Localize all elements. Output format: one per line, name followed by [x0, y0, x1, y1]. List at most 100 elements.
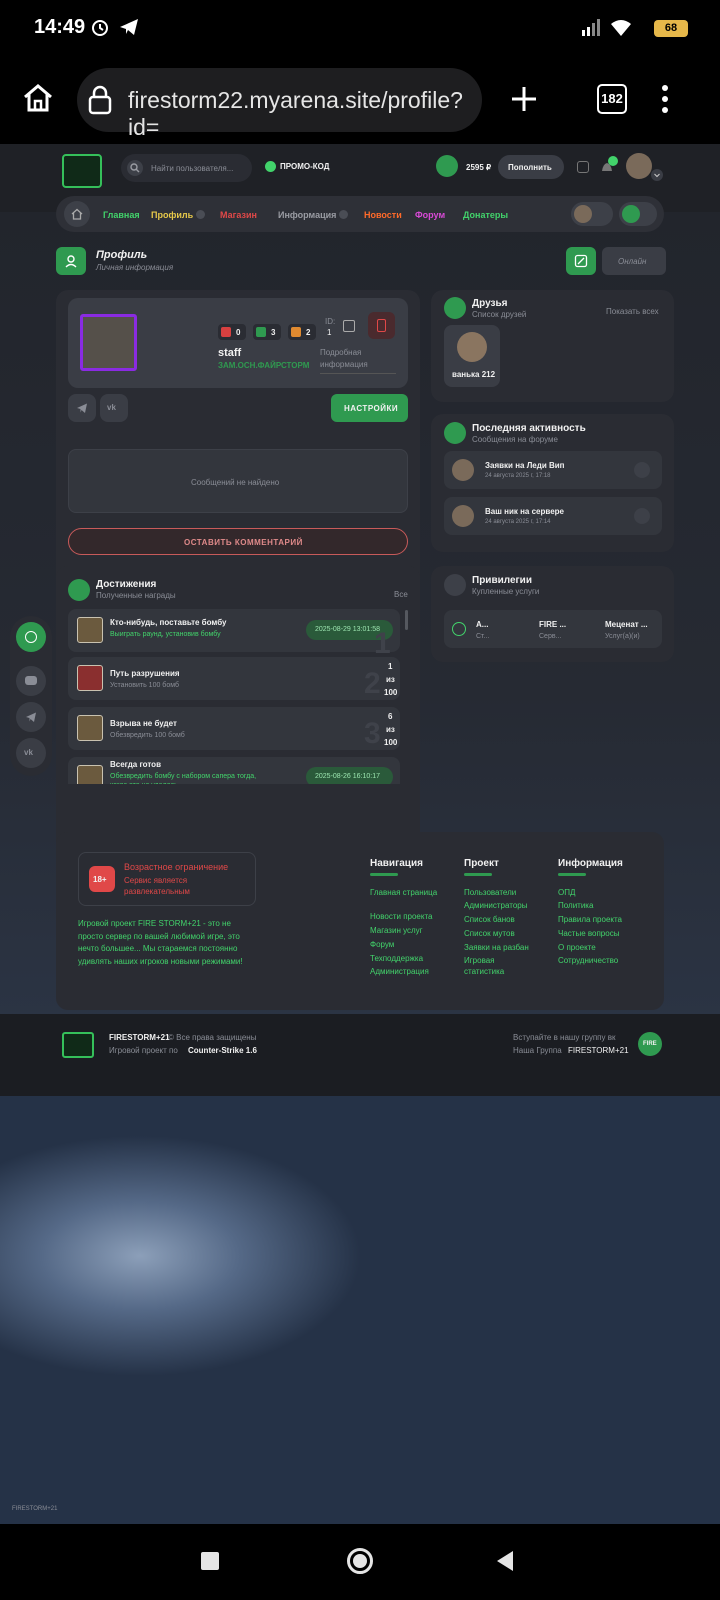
discord-button[interactable] [16, 666, 46, 696]
achievement-item[interactable]: Путь разрушения Установить 100 бомб 1 из… [68, 657, 400, 700]
age-title: Возрастное ограничение [124, 862, 229, 872]
footer-link[interactable]: Игровая статистика [464, 955, 514, 977]
lock-icon [88, 85, 112, 115]
recents-button[interactable] [201, 1552, 219, 1570]
footer-link[interactable]: Правила проекта [558, 914, 622, 925]
promo-code-link[interactable]: ПРОМО-КОД [280, 162, 329, 171]
search-input[interactable]: Найти пользователя... [151, 164, 233, 173]
footer-join-text: Вступайте в нашу группу вк [513, 1033, 616, 1042]
vk-side-button[interactable]: vk [16, 738, 46, 768]
privilege-col-main: А... [476, 620, 489, 629]
activity-subtitle: Сообщения на форуме [472, 435, 558, 444]
achievement-title: Кто-нибудь, поставьте бомбу [110, 618, 227, 627]
friend-item[interactable]: ванька 212 [444, 325, 500, 387]
scrollbar[interactable] [405, 610, 408, 630]
footer-link[interactable]: ОПД [558, 887, 575, 898]
achievement-item[interactable]: Кто-нибудь, поставьте бомбу Выиграть рау… [68, 609, 400, 660]
footer-link[interactable]: Администраторы [464, 900, 527, 911]
site-logo[interactable] [62, 154, 102, 188]
footer-link[interactable]: Политика [558, 900, 593, 911]
telegram-side-button[interactable] [16, 702, 46, 732]
footer-link[interactable]: Новости проекта [370, 911, 432, 922]
target-icon [452, 622, 466, 636]
achievements-all-link[interactable]: Все [394, 590, 408, 599]
notification-dot [608, 156, 618, 166]
nav-home-button[interactable] [64, 201, 90, 227]
nav-item-info[interactable]: Информация [278, 210, 336, 220]
activity-item[interactable]: Заявки на Леди Вип 24 августа 2025 г, 17… [444, 451, 662, 489]
footer-link[interactable]: Техподдержка [370, 953, 423, 964]
footer-link[interactable]: Сотрудничество [558, 955, 618, 966]
chevron-right-icon [634, 462, 650, 478]
footer-group-name[interactable]: FIRESTORM+21 [568, 1046, 629, 1055]
settings-button[interactable]: НАСТРОЙКИ [331, 394, 408, 422]
user-toggle[interactable] [571, 202, 613, 226]
home-dot [353, 1554, 367, 1568]
telegram-button[interactable] [68, 394, 96, 422]
footer-divider [558, 873, 586, 876]
footer-logo [62, 1032, 94, 1058]
leave-comment-button[interactable]: ОСТАВИТЬ КОММЕНТАРИЙ [68, 528, 408, 555]
nav-item-profile[interactable]: Профиль [151, 210, 193, 220]
footer-link[interactable]: Пользователи [464, 887, 516, 898]
footer-link[interactable]: Администрация [370, 966, 429, 977]
copy-icon[interactable] [343, 320, 355, 332]
nav-item-donators[interactable]: Донатеры [463, 210, 508, 220]
achievement-progress-current: 6 [388, 712, 393, 721]
back-button[interactable] [495, 1550, 515, 1572]
telegram-icon [120, 19, 138, 35]
footer-link[interactable]: Частые вопросы [558, 928, 619, 939]
footer-link[interactable]: Форум [370, 939, 394, 950]
activity-item-title: Ваш ник на сервере [485, 507, 564, 516]
age-badge: 18+ [89, 866, 115, 892]
broadcast-icon [622, 205, 640, 223]
footer-link[interactable]: Заявки на разбан [464, 942, 529, 953]
nav-item-home[interactable]: Главная [103, 210, 140, 220]
vk-button[interactable]: vk [100, 394, 128, 422]
clock-icon [444, 422, 466, 444]
edit-profile-button[interactable] [566, 247, 596, 275]
footer-project-title: Проект [464, 858, 499, 869]
more-menu-icon[interactable] [660, 84, 670, 114]
radio-toggle[interactable] [619, 202, 657, 226]
chevron-down-icon[interactable] [651, 169, 663, 181]
fire-badge: FIRE [643, 1041, 657, 1047]
achievement-title: Путь разрушения [110, 669, 180, 678]
no-messages-text: Сообщений не найдено [191, 478, 280, 487]
user-search[interactable]: Найти пользователя... [121, 154, 252, 182]
achievement-desc: Обезвредить 100 бомб [110, 732, 185, 739]
nav-item-forum[interactable]: Форум [415, 210, 445, 220]
show-all-friends-link[interactable]: Показать всех [606, 307, 659, 316]
home-button[interactable] [347, 1548, 373, 1574]
achievement-item[interactable]: Взрыва не будет Обезвредить 100 бомб 6 и… [68, 707, 400, 750]
balance-value: 2595 ₽ [466, 163, 492, 172]
new-tab-icon[interactable] [510, 85, 538, 113]
tab-count-button[interactable]: 182 [597, 84, 627, 114]
system-nav-bar [0, 1524, 720, 1600]
nav-item-shop[interactable]: Магазин [220, 210, 257, 220]
topup-label: Пополнить [508, 163, 552, 172]
footer-link[interactable]: О проекте [558, 942, 596, 953]
report-button[interactable] [368, 312, 395, 339]
more-info-link[interactable]: Подробная информация [320, 347, 396, 374]
achievement-item[interactable]: Всегда готов Обезвредить бомбу с набором… [68, 757, 400, 784]
chat-icon[interactable] [577, 161, 589, 173]
wallet-icon [436, 155, 458, 177]
avatar[interactable] [626, 153, 652, 179]
footer-link[interactable]: Главная страница [370, 887, 438, 898]
nav-item-news[interactable]: Новости [364, 210, 402, 220]
activity-item[interactable]: Ваш ник на сервере 24 августа 2025 г, 17… [444, 497, 662, 535]
star-icon [444, 574, 466, 596]
online-label: Онлайн [618, 257, 647, 266]
vk-group-button[interactable]: FIRE [638, 1032, 662, 1056]
support-button[interactable] [16, 622, 46, 652]
home-icon[interactable] [22, 82, 54, 114]
address-bar[interactable]: firestorm22.myarena.site/profile?id= [77, 68, 482, 140]
page-title: Профиль [96, 249, 148, 261]
topup-button[interactable]: Пополнить [498, 155, 564, 179]
privilege-item[interactable]: А... Ст... FIRE ... Серв... Меценат ... … [444, 610, 662, 648]
footer-link[interactable]: Список мутов [464, 928, 515, 939]
achievement-thumbnail [77, 665, 103, 691]
footer-link[interactable]: Магазин услуг [370, 925, 423, 936]
footer-link[interactable]: Список банов [464, 914, 515, 925]
